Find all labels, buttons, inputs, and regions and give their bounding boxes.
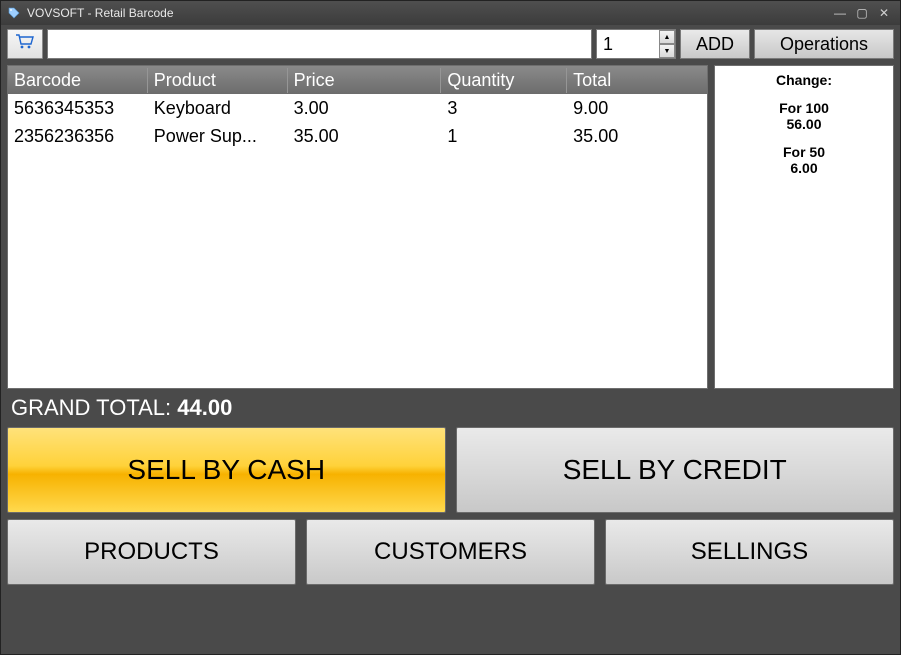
change-for100-value: 56.00: [719, 116, 889, 132]
sell-by-cash-button[interactable]: SELL BY CASH: [7, 427, 446, 513]
chevron-up-icon[interactable]: ▲: [659, 30, 675, 44]
tag-icon: [7, 6, 21, 20]
sell-by-credit-button[interactable]: SELL BY CREDIT: [456, 427, 895, 513]
content-area: ▲ ▼ ADD Operations Barcode Product Price…: [1, 25, 900, 654]
cell-barcode: 2356236356: [8, 124, 148, 149]
minimize-icon[interactable]: —: [830, 6, 850, 20]
table-row[interactable]: 2356236356Power Sup...35.00135.00: [8, 122, 707, 150]
products-button[interactable]: PRODUCTS: [7, 519, 296, 585]
table-body: 5636345353Keyboard3.0039.002356236356Pow…: [8, 94, 707, 388]
maximize-icon[interactable]: ▢: [852, 6, 872, 20]
items-table[interactable]: Barcode Product Price Quantity Total 563…: [7, 65, 708, 389]
table-header: Barcode Product Price Quantity Total: [8, 66, 707, 94]
col-total-header[interactable]: Total: [567, 68, 707, 93]
change-title: Change:: [719, 72, 889, 88]
col-barcode-header[interactable]: Barcode: [8, 68, 148, 93]
barcode-input[interactable]: [47, 29, 592, 59]
sellings-button[interactable]: SELLINGS: [605, 519, 894, 585]
close-icon[interactable]: ✕: [874, 6, 894, 20]
cell-product: Keyboard: [148, 96, 288, 121]
chevron-down-icon[interactable]: ▼: [659, 44, 675, 58]
cell-quantity: 1: [441, 124, 567, 149]
col-quantity-header[interactable]: Quantity: [441, 68, 567, 93]
change-for50-label: For 50: [719, 144, 889, 160]
grand-total-label: GRAND TOTAL:: [11, 395, 177, 420]
quantity-spinner: ▲ ▼: [659, 30, 675, 58]
cell-barcode: 5636345353: [8, 96, 148, 121]
cart-icon: [15, 34, 35, 55]
cart-button[interactable]: [7, 29, 43, 59]
cell-product: Power Sup...: [148, 124, 288, 149]
change-for50-value: 6.00: [719, 160, 889, 176]
cell-price: 3.00: [288, 96, 442, 121]
grand-total: GRAND TOTAL: 44.00: [7, 395, 894, 421]
nav-buttons: PRODUCTS CUSTOMERS SELLINGS: [7, 519, 894, 585]
grand-total-value: 44.00: [177, 395, 232, 420]
entry-toolbar: ▲ ▼ ADD Operations: [7, 29, 894, 59]
table-row[interactable]: 5636345353Keyboard3.0039.00: [8, 94, 707, 122]
middle-panels: Barcode Product Price Quantity Total 563…: [7, 65, 894, 389]
cell-price: 35.00: [288, 124, 442, 149]
titlebar[interactable]: VOVSOFT - Retail Barcode — ▢ ✕: [1, 1, 900, 25]
cell-quantity: 3: [441, 96, 567, 121]
operations-button[interactable]: Operations: [754, 29, 894, 59]
quantity-stepper[interactable]: ▲ ▼: [596, 29, 676, 59]
col-price-header[interactable]: Price: [288, 68, 442, 93]
customers-button[interactable]: CUSTOMERS: [306, 519, 595, 585]
window-title: VOVSOFT - Retail Barcode: [27, 6, 174, 20]
sell-buttons: SELL BY CASH SELL BY CREDIT: [7, 427, 894, 513]
add-button[interactable]: ADD: [680, 29, 750, 59]
cell-total: 35.00: [567, 124, 707, 149]
cell-total: 9.00: [567, 96, 707, 121]
change-for100-label: For 100: [719, 100, 889, 116]
col-product-header[interactable]: Product: [148, 68, 288, 93]
app-window: VOVSOFT - Retail Barcode — ▢ ✕ ▲: [0, 0, 901, 655]
change-panel: Change: For 100 56.00 For 50 6.00: [714, 65, 894, 389]
